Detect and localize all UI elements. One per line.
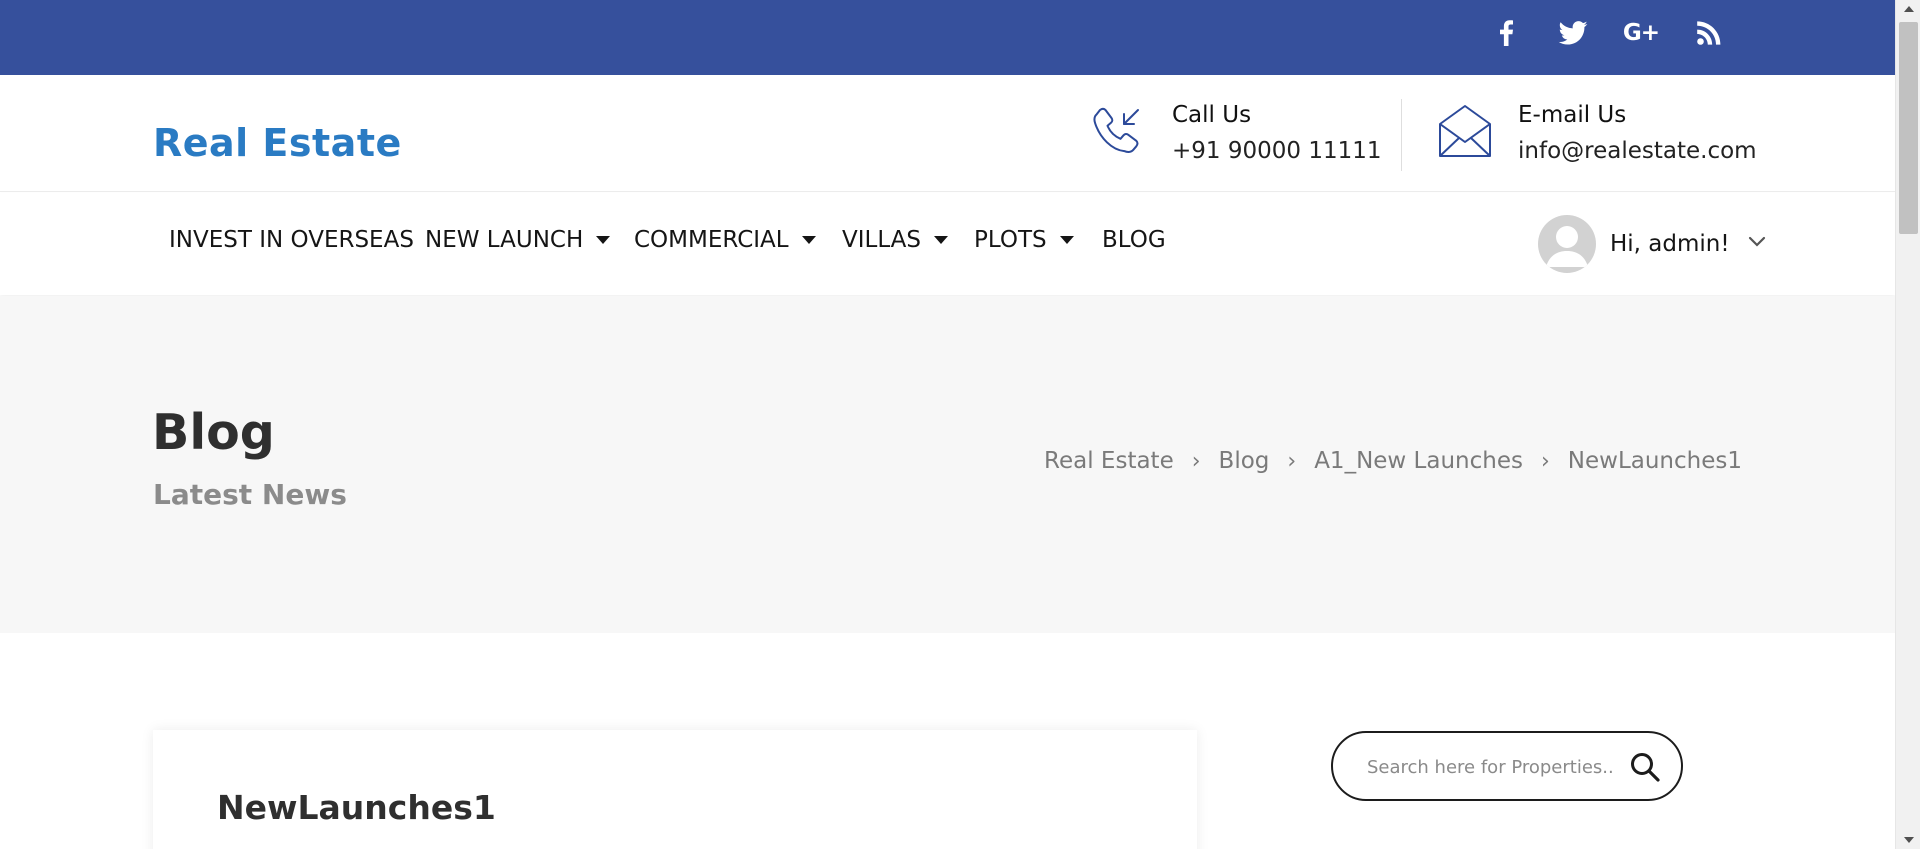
breadcrumb-item-category[interactable]: A1_New Launches bbox=[1314, 448, 1523, 474]
caret-down-icon bbox=[596, 236, 611, 244]
nav-item-villas[interactable]: VILLAS bbox=[842, 223, 949, 257]
nav-item-label: PLOTS bbox=[974, 227, 1047, 253]
search-icon[interactable] bbox=[1629, 751, 1661, 783]
search-input[interactable] bbox=[1367, 751, 1617, 783]
rss-icon[interactable] bbox=[1687, 0, 1731, 65]
site-logo[interactable]: Real Estate bbox=[153, 121, 402, 165]
envelope-icon bbox=[1438, 104, 1492, 163]
nav-item-blog[interactable]: BLOG bbox=[1102, 223, 1166, 257]
nav-item-label: VILLAS bbox=[842, 227, 922, 253]
call-us-number[interactable]: +91 90000 11111 bbox=[1172, 138, 1382, 164]
facebook-icon[interactable] bbox=[1484, 0, 1528, 65]
page-subtitle: Latest News bbox=[153, 478, 347, 511]
post-title[interactable]: NewLaunches1 bbox=[217, 788, 496, 827]
google-plus-icon[interactable]: G+ bbox=[1619, 0, 1663, 65]
vertical-scrollbar[interactable] bbox=[1895, 0, 1920, 849]
top-social-bar: G+ bbox=[0, 0, 1895, 75]
nav-item-label: INVEST IN OVERSEAS bbox=[169, 227, 414, 253]
site-header: Real Estate Call Us +91 90000 11111 E-ma… bbox=[0, 75, 1895, 192]
nav-item-invest-in-overseas[interactable]: INVEST IN OVERSEAS bbox=[169, 223, 414, 257]
nav-item-commercial[interactable]: COMMERCIAL bbox=[634, 223, 816, 257]
search-box bbox=[1331, 731, 1683, 801]
breadcrumb-item-blog[interactable]: Blog bbox=[1219, 448, 1270, 474]
caret-down-icon bbox=[934, 236, 949, 244]
email-us-address[interactable]: info@realestate.com bbox=[1518, 138, 1757, 164]
scrollbar-thumb[interactable] bbox=[1899, 22, 1918, 234]
nav-item-label: BLOG bbox=[1102, 227, 1166, 253]
page-banner: Blog Latest News Real Estate › Blog › A1… bbox=[0, 296, 1895, 633]
page: G+ Real Estate Call Us +91 90000 11111 E… bbox=[0, 0, 1895, 849]
nav-item-label: NEW LAUNCH bbox=[425, 227, 584, 253]
nav-item-new-launch[interactable]: NEW LAUNCH bbox=[425, 223, 611, 257]
phone-icon bbox=[1090, 104, 1146, 165]
scroll-down-arrow-icon[interactable] bbox=[1896, 831, 1920, 849]
page-title: Blog bbox=[152, 404, 275, 461]
user-greeting: Hi, admin! bbox=[1610, 231, 1730, 257]
breadcrumb: Real Estate › Blog › A1_New Launches › N… bbox=[1044, 448, 1742, 474]
main-nav: INVEST IN OVERSEAS NEW LAUNCH COMMERCIAL… bbox=[0, 193, 1895, 295]
user-menu[interactable]: Hi, admin! bbox=[1538, 215, 1766, 273]
breadcrumb-item-current: NewLaunches1 bbox=[1567, 448, 1742, 474]
email-us-block: E-mail Us info@realestate.com bbox=[1438, 102, 1757, 164]
caret-down-icon bbox=[801, 236, 816, 244]
nav-item-label: COMMERCIAL bbox=[634, 227, 789, 253]
call-us-block: Call Us +91 90000 11111 bbox=[1090, 102, 1382, 165]
breadcrumb-separator: › bbox=[1540, 448, 1550, 474]
caret-down-icon bbox=[1059, 236, 1074, 244]
email-us-title: E-mail Us bbox=[1518, 102, 1627, 128]
header-divider bbox=[1401, 99, 1402, 171]
twitter-icon[interactable] bbox=[1551, 0, 1595, 65]
call-us-title: Call Us bbox=[1172, 102, 1252, 128]
scroll-up-arrow-icon[interactable] bbox=[1896, 0, 1920, 18]
post-card: NewLaunches1 bbox=[153, 730, 1197, 849]
nav-item-plots[interactable]: PLOTS bbox=[974, 223, 1074, 257]
breadcrumb-separator: › bbox=[1191, 448, 1201, 474]
google-plus-text: G+ bbox=[1622, 19, 1660, 46]
chevron-down-icon bbox=[1748, 235, 1766, 253]
breadcrumb-separator: › bbox=[1287, 448, 1297, 474]
avatar-icon bbox=[1538, 215, 1596, 273]
breadcrumb-item-real-estate[interactable]: Real Estate bbox=[1044, 448, 1174, 474]
